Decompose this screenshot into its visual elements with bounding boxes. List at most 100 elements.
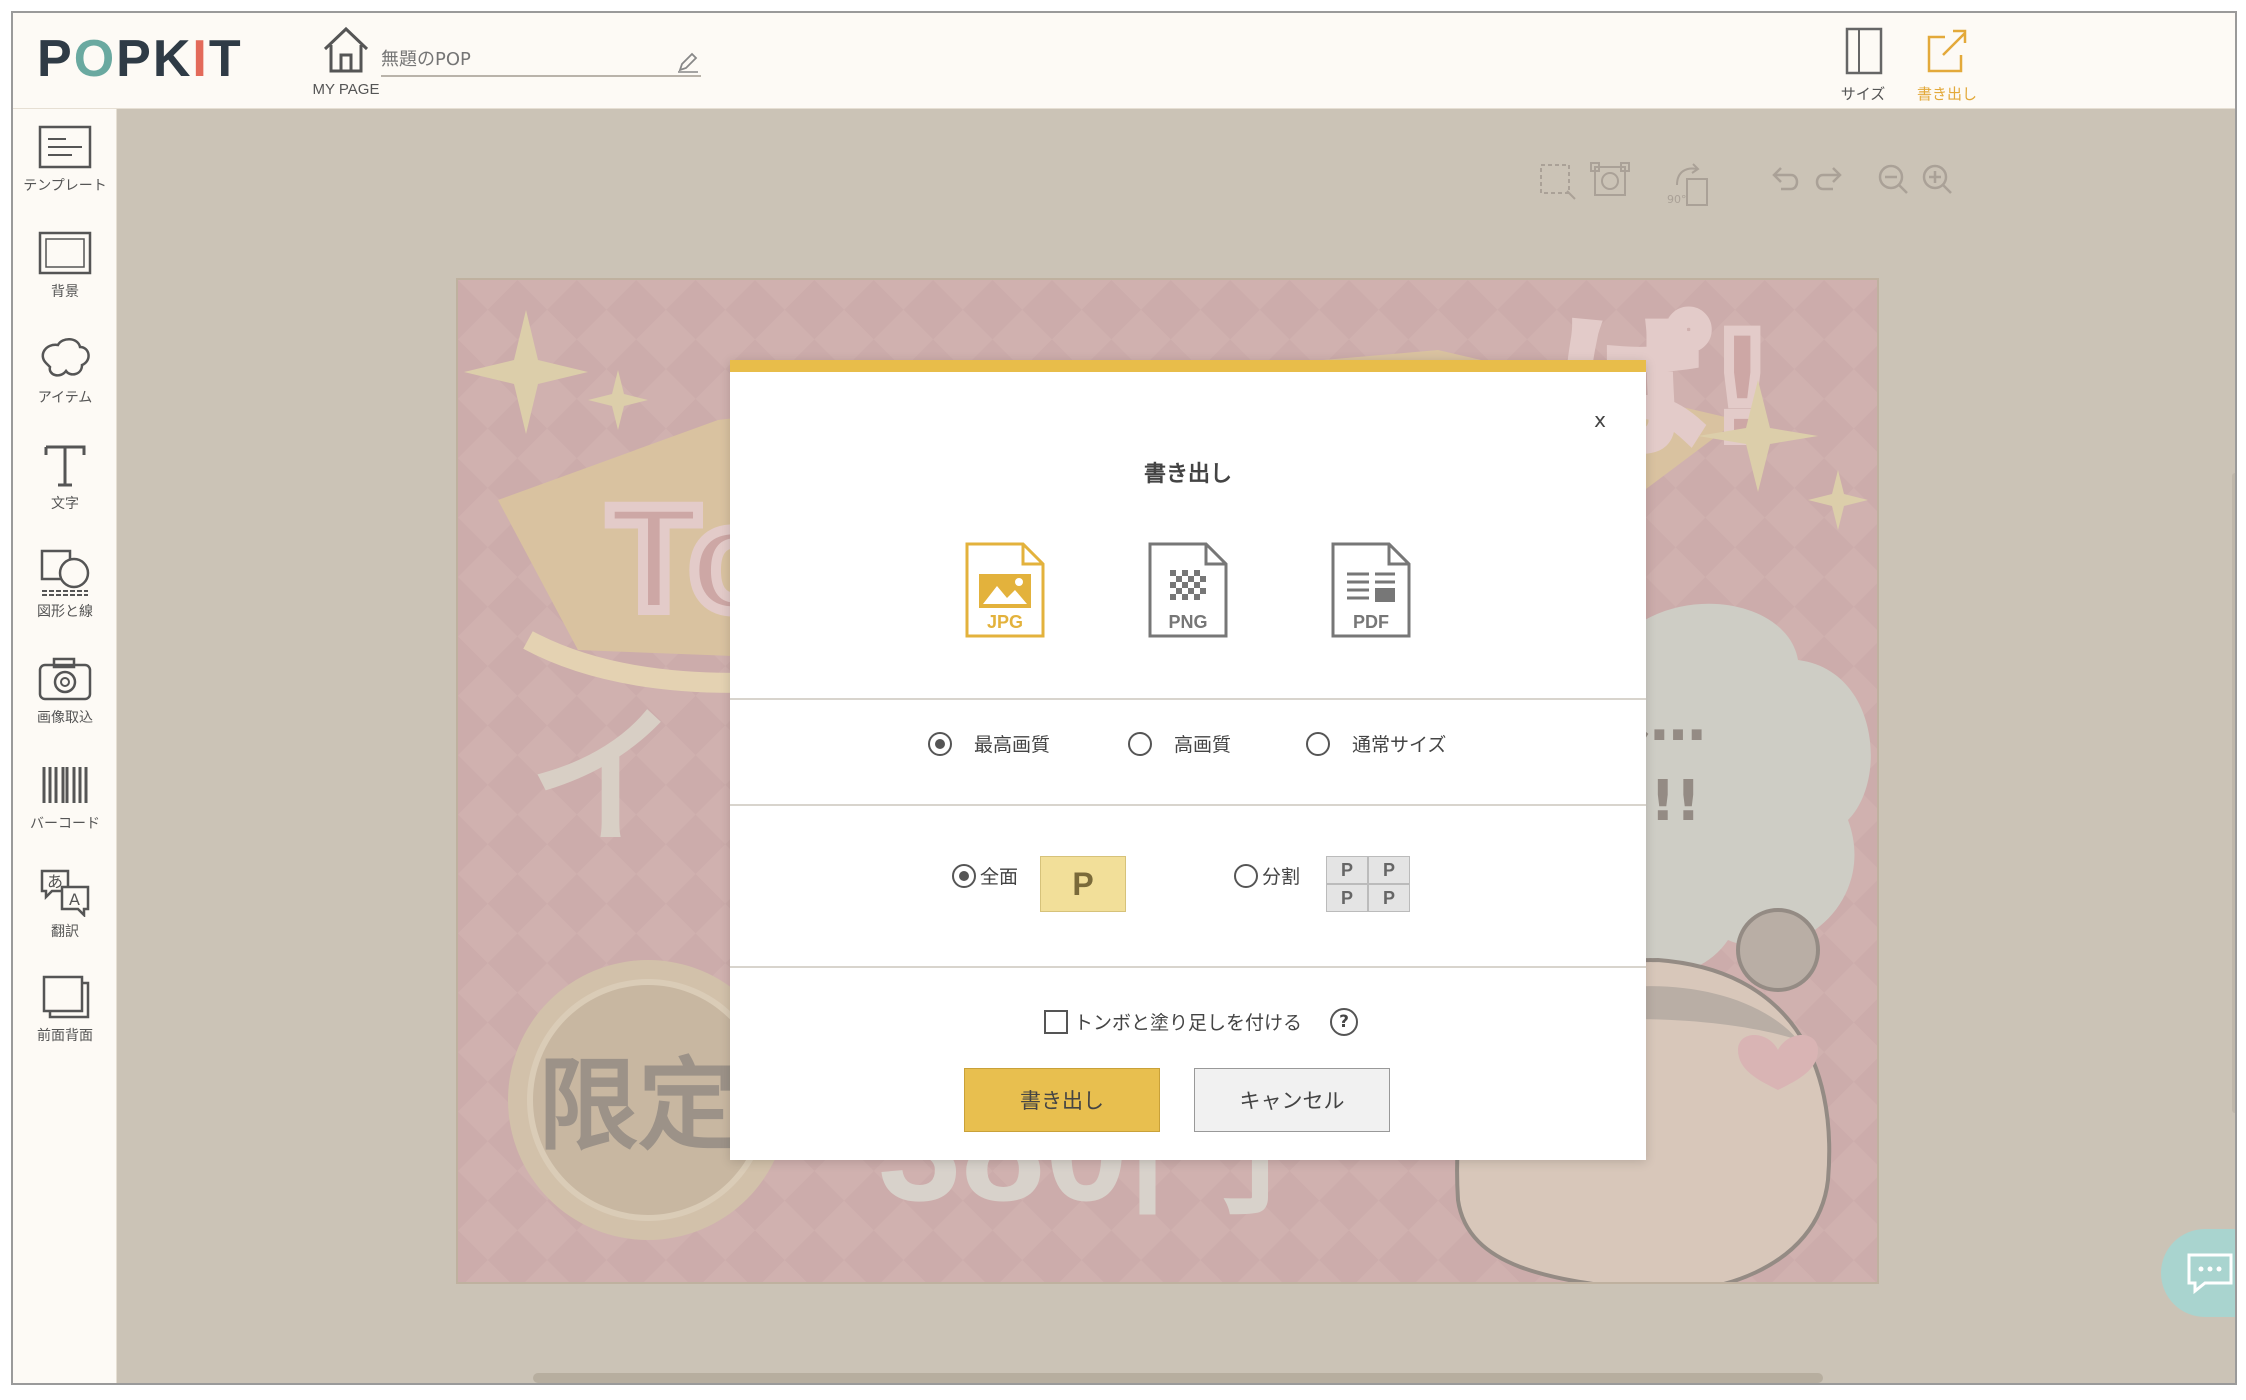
pdf-label: PDF: [1353, 612, 1389, 632]
layout-full-preview[interactable]: P: [1040, 856, 1126, 912]
layout-split-radio[interactable]: 分割: [1234, 862, 1300, 889]
sidebar-item-text[interactable]: 文字: [13, 441, 117, 513]
pop-title-field[interactable]: [381, 43, 701, 77]
size-label: サイズ: [1840, 85, 1886, 103]
sidebar-label-barcode: バーコード: [30, 816, 100, 832]
chat-button[interactable]: [2161, 1229, 2235, 1317]
sidebar-label-shape: 図形と線: [37, 604, 93, 620]
sidebar-label-image-import: 画像取込: [37, 710, 93, 726]
divider: [730, 698, 1646, 700]
dialog-title: 書き出し: [1143, 462, 1232, 487]
export-button[interactable]: 書き出し: [964, 1068, 1160, 1132]
sidebar-item-translate[interactable]: あ A 翻訳: [13, 867, 117, 941]
cancel-button[interactable]: キャンセル: [1194, 1068, 1390, 1132]
layout-full-label: 全面: [980, 866, 1019, 888]
layer-icon: [42, 975, 90, 1019]
select-area-icon[interactable]: [1537, 161, 1577, 201]
my-page-label: MY PAGE: [312, 81, 380, 98]
radio-circle: [1234, 863, 1258, 888]
logo-letter-1: P: [37, 30, 74, 88]
sidebar-label-background: 背景: [51, 284, 79, 300]
jpg-label: JPG: [987, 612, 1023, 632]
sidebar-item-barcode[interactable]: バーコード: [13, 761, 117, 833]
divider: [730, 804, 1646, 806]
undo-icon[interactable]: [1767, 161, 1803, 197]
item-icon: [41, 338, 90, 377]
camera-icon: [38, 657, 92, 701]
sidebar-item-item[interactable]: アイテム: [13, 335, 117, 407]
sidebar-item-template[interactable]: テンプレート: [13, 123, 117, 195]
translate-icon: あ A: [40, 869, 90, 917]
split-cell: P: [1327, 857, 1367, 883]
pop-title-input[interactable]: [381, 43, 661, 70]
redo-icon[interactable]: [1811, 161, 1847, 197]
sidebar-item-layer[interactable]: 前面背面: [13, 973, 117, 1045]
home-icon: [323, 26, 369, 73]
export-dialog: x 書き出し JPG PNG PDF 最高画質 高画質 通常サイズ 全面 P 分…: [730, 360, 1646, 1160]
layout-full-radio[interactable]: 全面: [952, 862, 1018, 889]
quality-options: 最高画質 高画質 通常サイズ: [730, 730, 1646, 770]
quality-normal-label: 通常サイズ: [1352, 734, 1447, 756]
png-format-button[interactable]: PNG: [1146, 540, 1230, 640]
size-button[interactable]: サイズ: [1823, 27, 1903, 104]
quality-best-label: 最高画質: [974, 734, 1051, 756]
rotate-label: 90°: [1667, 193, 1687, 206]
logo-letter-4: K: [152, 30, 193, 88]
horizontal-scrollbar[interactable]: [533, 1373, 1823, 1383]
quality-best-radio[interactable]: 最高画質: [928, 730, 1050, 757]
export-icon: [1927, 29, 1967, 73]
split-cell: P: [1327, 885, 1367, 911]
quality-high-label: 高画質: [1174, 734, 1232, 756]
quality-normal-radio[interactable]: 通常サイズ: [1306, 730, 1446, 757]
sidebar-label-translate: 翻訳: [51, 924, 79, 940]
svg-text:あ: あ: [47, 872, 63, 891]
my-page-button[interactable]: MY PAGE: [303, 25, 389, 98]
app-window: 90° To ぱ! イ 限定 P O P K I T MY PAGE 無題のPO…: [11, 11, 2237, 1385]
popkit-logo[interactable]: P O P K I T: [37, 31, 243, 87]
radio-circle: [1128, 731, 1152, 756]
svg-text:A: A: [69, 890, 80, 909]
layout-split-preview[interactable]: P P P P: [1326, 856, 1410, 912]
quality-high-radio[interactable]: 高画質: [1128, 730, 1231, 757]
vertical-scrollbar[interactable]: [2232, 473, 2235, 1113]
logo-letter-5: I: [192, 30, 209, 88]
template-icon: [38, 125, 92, 169]
close-icon[interactable]: x: [1594, 408, 1606, 432]
trim-marks-label: トンボと塗り足しを付ける: [1074, 1012, 1303, 1034]
background-icon: [38, 231, 92, 275]
sidebar-label-text: 文字: [51, 496, 79, 512]
barcode-icon: [42, 767, 88, 803]
jpg-format-button[interactable]: JPG: [963, 540, 1047, 640]
zoom-out-icon[interactable]: [1875, 161, 1911, 197]
layout-split-label: 分割: [1262, 866, 1301, 888]
sidebar-label-layer: 前面背面: [37, 1028, 93, 1044]
export-header-label: 書き出し: [1916, 85, 1977, 103]
sidebar-item-background[interactable]: 背景: [13, 229, 117, 301]
help-icon[interactable]: ?: [1330, 1008, 1358, 1036]
zoom-in-icon[interactable]: [1919, 161, 1955, 197]
sidebar-item-image-import[interactable]: 画像取込: [13, 655, 117, 727]
sidebar-item-shape[interactable]: 図形と線: [13, 547, 117, 621]
logo-letter-3: P: [116, 30, 153, 88]
export-header-button[interactable]: 書き出し: [1907, 27, 1987, 104]
radio-circle: [1306, 731, 1330, 756]
pdf-format-button[interactable]: PDF: [1329, 540, 1413, 640]
checkbox-box[interactable]: [1044, 1009, 1068, 1034]
split-cell: P: [1369, 885, 1409, 911]
size-icon: [1845, 27, 1883, 75]
left-sidebar: テンプレート 背景 アイテム 文字 図形と線 画像取込 バーコード あ A 翻訳…: [13, 109, 117, 1383]
png-label: PNG: [1168, 612, 1207, 632]
split-cell: P: [1369, 857, 1409, 883]
chat-icon: [2187, 1253, 2233, 1295]
fit-select-icon[interactable]: [1589, 161, 1633, 201]
text-icon: [44, 445, 86, 487]
trim-marks-checkbox[interactable]: トンボと塗り足しを付ける: [1044, 1008, 1302, 1035]
top-header: P O P K I T MY PAGE 無題のPOP サイズ 書き出し: [13, 13, 2235, 109]
sidebar-label-item: アイテム: [37, 390, 93, 406]
divider: [730, 966, 1646, 968]
rotate-90-icon[interactable]: 90°: [1665, 161, 1715, 209]
pencil-icon: [678, 52, 698, 73]
logo-letter-6: T: [208, 30, 243, 88]
radio-circle: [952, 863, 976, 888]
shape-icon: [40, 549, 90, 596]
